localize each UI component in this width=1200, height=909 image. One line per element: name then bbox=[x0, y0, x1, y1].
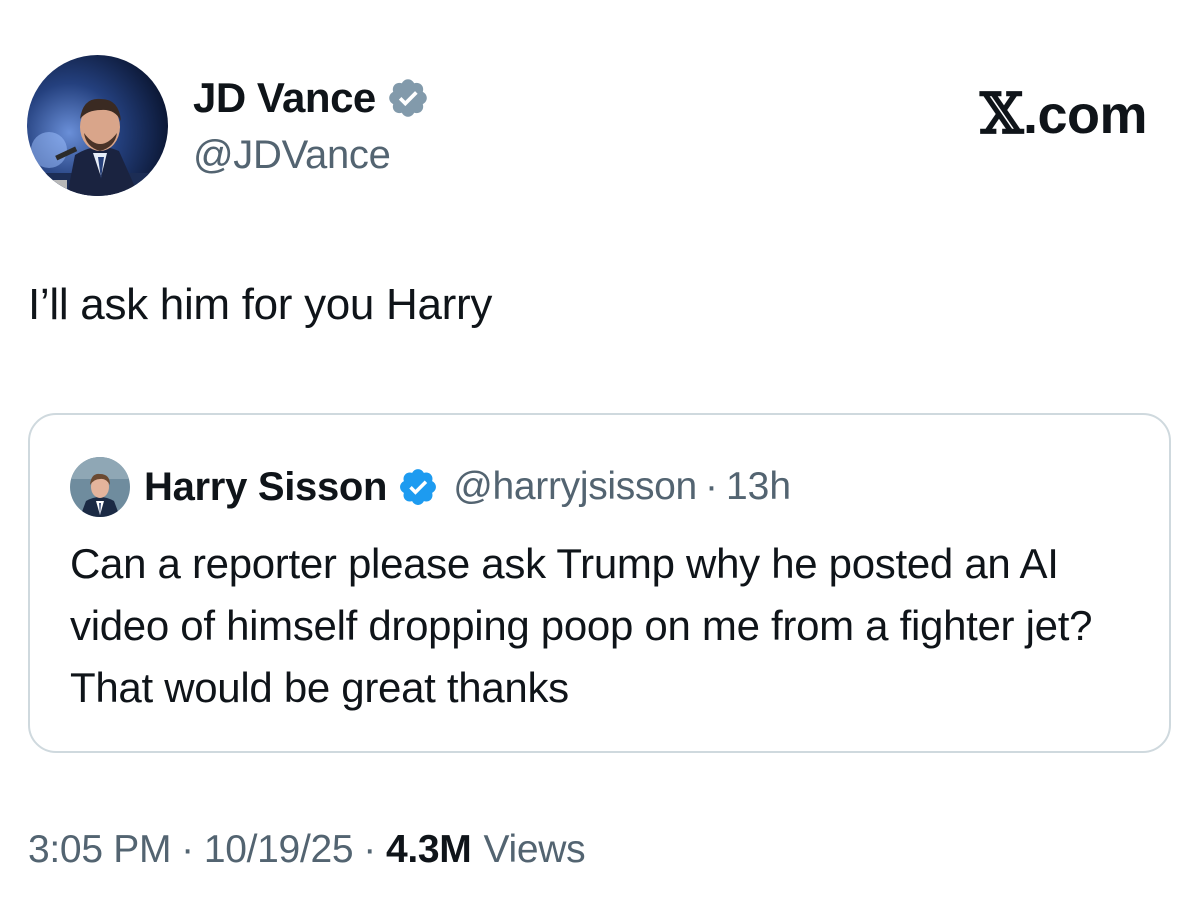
quoted-author-handle[interactable]: @harryjsisson bbox=[453, 465, 697, 509]
tweet-date[interactable]: 10/19/25 bbox=[204, 828, 354, 872]
author-name-row: JD Vance bbox=[193, 73, 430, 123]
x-com-watermark: 𝕏 .com bbox=[980, 81, 1148, 147]
quoted-tweet-card[interactable]: Harry Sisson @harryjsisson · 13h Can a r… bbox=[28, 413, 1171, 753]
quoted-separator-dot: · bbox=[704, 465, 718, 508]
author-avatar-image bbox=[27, 55, 168, 196]
views-label: Views bbox=[483, 828, 586, 871]
author-avatar[interactable] bbox=[27, 55, 168, 196]
quoted-tweet-text: Can a reporter please ask Trump why he p… bbox=[70, 540, 1093, 711]
quoted-author-avatar[interactable] bbox=[70, 457, 130, 517]
author-info: JD Vance @JDVance bbox=[193, 73, 430, 178]
tweet-time[interactable]: 3:05 PM bbox=[28, 828, 171, 872]
x-logo-icon: 𝕏 bbox=[980, 81, 1023, 147]
blue-verified-badge-icon[interactable] bbox=[397, 466, 439, 508]
quoted-author-display-name[interactable]: Harry Sisson bbox=[144, 465, 387, 510]
tweet-body-text: I’ll ask him for you Harry bbox=[28, 280, 493, 329]
tweet-header: JD Vance @JDVance 𝕏 .com bbox=[27, 55, 1167, 197]
author-handle[interactable]: @JDVance bbox=[193, 133, 430, 178]
tweet-meta: 3:05 PM · 10/19/25 · 4.3M Views bbox=[28, 828, 586, 872]
quoted-author-avatar-image bbox=[70, 457, 130, 517]
meta-separator-dot-2: · bbox=[363, 828, 376, 871]
views-count: 4.3M bbox=[385, 828, 472, 871]
x-domain-suffix: .com bbox=[1022, 85, 1148, 145]
gray-verified-badge-icon[interactable] bbox=[386, 76, 430, 120]
quoted-tweet-header: Harry Sisson @harryjsisson · 13h bbox=[70, 457, 791, 517]
author-display-name[interactable]: JD Vance bbox=[193, 74, 376, 122]
quoted-timestamp[interactable]: 13h bbox=[726, 465, 791, 509]
meta-separator-dot: · bbox=[181, 828, 194, 871]
